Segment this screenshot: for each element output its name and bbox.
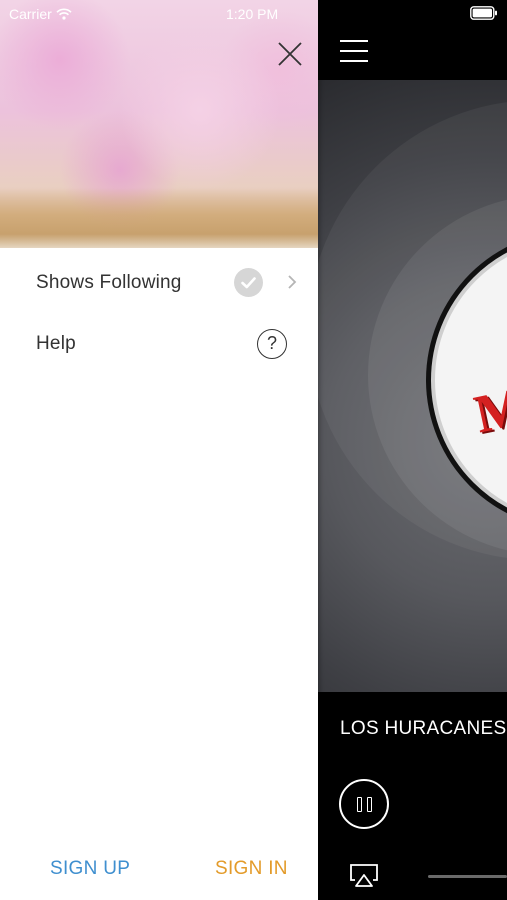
drawer-header-image: Carrier 1:20 PM (0, 0, 318, 248)
sign-up-button[interactable]: SIGN UP (50, 858, 130, 880)
menu-item-label: Help (36, 333, 76, 354)
carrier-label: Carrier (9, 6, 52, 22)
hamburger-menu-icon[interactable] (340, 38, 368, 64)
status-bar-carrier: Carrier (9, 6, 72, 22)
station-logo: M (469, 375, 507, 445)
now-playing-bar: LOS HURACANES DEL NORTE (318, 692, 507, 762)
menu-item-shows-following[interactable]: Shows Following (0, 256, 318, 312)
menu-item-label: Shows Following (36, 272, 182, 293)
volume-slider[interactable] (428, 875, 507, 878)
track-title: LOS HURACANES DEL NORTE (340, 718, 507, 739)
side-drawer: Carrier 1:20 PM Shows Following Help ? S… (0, 0, 318, 900)
close-icon[interactable] (276, 40, 304, 68)
airplay-icon[interactable] (348, 862, 380, 888)
pause-icon (357, 797, 362, 812)
wifi-icon (56, 8, 72, 20)
question-circle-icon: ? (257, 329, 287, 359)
status-bar-time: 1:20 PM (226, 6, 279, 22)
station-artwork: M (318, 80, 507, 692)
sign-in-button[interactable]: SIGN IN (215, 858, 288, 880)
player-panel: M LOS HURACANES DEL NORTE (318, 0, 507, 900)
battery-icon (470, 6, 497, 20)
chevron-right-icon (288, 275, 297, 289)
pause-button[interactable] (339, 779, 389, 829)
check-circle-icon (234, 268, 263, 297)
menu-item-help[interactable]: Help ? (0, 317, 318, 373)
player-top-bar (318, 0, 507, 80)
